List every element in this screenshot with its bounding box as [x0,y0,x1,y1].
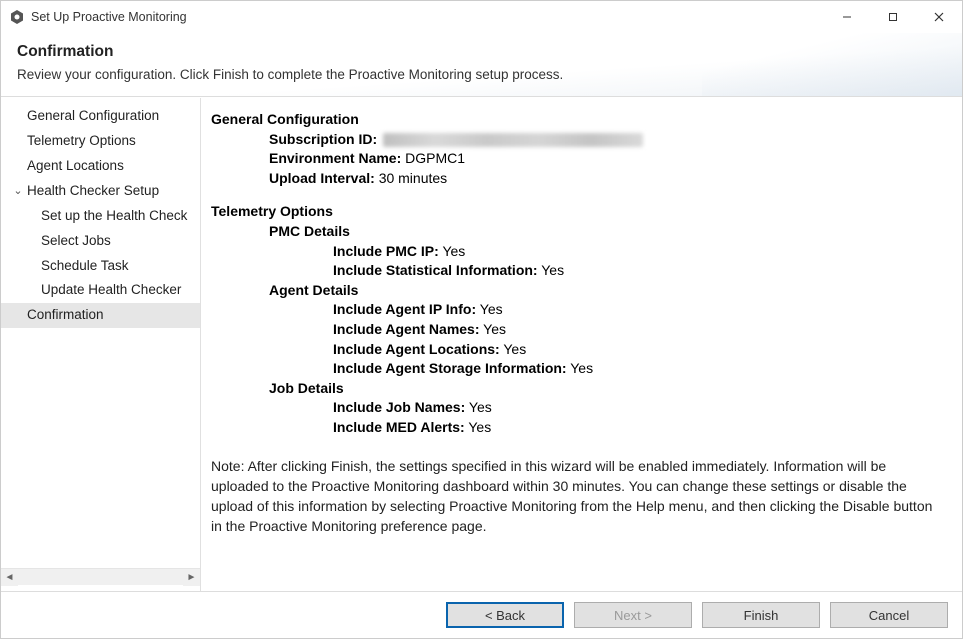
scroll-left-icon[interactable]: ◄ [1,569,18,586]
value-subscription-id-redacted [383,133,643,147]
label-upload-interval: Upload Interval: [269,170,375,186]
label-include-med-alerts: Include MED Alerts: [333,419,465,435]
cancel-button[interactable]: Cancel [830,602,948,628]
page-subtitle: Review your configuration. Click Finish … [17,67,946,82]
wizard-footer: < Back Next > Finish Cancel [1,591,962,638]
value-include-agent-locations: Yes [503,341,526,357]
finish-note: Note: After clicking Finish, the setting… [211,456,941,537]
label-subscription-id: Subscription ID: [269,131,377,147]
row-include-agent-storage-info: Include Agent Storage Information: Yes [333,359,946,379]
wizard-nav: General Configuration Telemetry Options … [1,98,201,591]
nav-item-general-configuration[interactable]: General Configuration [1,104,200,129]
maximize-button[interactable] [870,1,916,33]
label-include-agent-locations: Include Agent Locations: [333,341,500,357]
label-include-agent-ip-info: Include Agent IP Info: [333,301,476,317]
row-include-job-names: Include Job Names: Yes [333,398,946,418]
section-general-configuration: General Configuration [211,110,946,130]
row-subscription-id: Subscription ID: [269,130,946,150]
window-title: Set Up Proactive Monitoring [31,10,187,24]
label-include-statistical-info: Include Statistical Information: [333,262,538,278]
subsection-pmc-details: PMC Details [269,223,350,239]
row-upload-interval: Upload Interval: 30 minutes [269,169,946,189]
subsection-agent-details: Agent Details [269,282,358,298]
row-include-statistical-info: Include Statistical Information: Yes [333,261,946,281]
confirmation-panel: General Configuration Subscription ID: E… [201,98,962,591]
value-include-agent-names: Yes [483,321,506,337]
label-environment-name: Environment Name: [269,150,401,166]
value-include-statistical-info: Yes [541,262,564,278]
value-upload-interval: 30 minutes [379,170,447,186]
nav-item-agent-locations[interactable]: Agent Locations [1,154,200,179]
titlebar: Set Up Proactive Monitoring [1,1,962,33]
next-button: Next > [574,602,692,628]
page-title: Confirmation [17,43,946,61]
back-button[interactable]: < Back [446,602,564,628]
row-include-pmc-ip: Include PMC IP: Yes [333,242,946,262]
wizard-body: General Configuration Telemetry Options … [1,97,962,591]
minimize-button[interactable] [824,1,870,33]
label-include-pmc-ip: Include PMC IP: [333,243,439,259]
app-icon [9,9,25,25]
row-environment-name: Environment Name: DGPMC1 [269,149,946,169]
nav-item-select-jobs[interactable]: Select Jobs [1,229,200,254]
row-include-agent-locations: Include Agent Locations: Yes [333,340,946,360]
label-include-agent-storage-info: Include Agent Storage Information: [333,360,567,376]
subsection-job-details: Job Details [269,380,344,396]
nav-horizontal-scrollbar[interactable]: ◄ ► [1,568,200,585]
row-include-agent-names: Include Agent Names: Yes [333,320,946,340]
label-include-job-names: Include Job Names: [333,399,465,415]
value-include-job-names: Yes [469,399,492,415]
row-include-agent-ip-info: Include Agent IP Info: Yes [333,300,946,320]
close-button[interactable] [916,1,962,33]
nav-item-telemetry-options[interactable]: Telemetry Options [1,129,200,154]
nav-item-set-up-health-check[interactable]: Set up the Health Check [1,204,200,229]
nav-item-health-checker-setup[interactable]: ⌄ Health Checker Setup [1,179,200,204]
label-include-agent-names: Include Agent Names: [333,321,480,337]
value-include-med-alerts: Yes [468,419,491,435]
value-environment-name: DGPMC1 [405,150,465,166]
value-include-pmc-ip: Yes [442,243,465,259]
value-include-agent-storage-info: Yes [570,360,593,376]
finish-button[interactable]: Finish [702,602,820,628]
wizard-header: Confirmation Review your configuration. … [1,33,962,97]
row-include-med-alerts: Include MED Alerts: Yes [333,418,946,438]
nav-item-update-health-checker[interactable]: Update Health Checker [1,278,200,303]
section-telemetry-options: Telemetry Options [211,202,946,222]
nav-item-label: Health Checker Setup [27,181,159,202]
scroll-right-icon[interactable]: ► [183,569,200,586]
nav-item-schedule-task[interactable]: Schedule Task [1,254,200,279]
nav-item-confirmation[interactable]: Confirmation [1,303,200,328]
value-include-agent-ip-info: Yes [480,301,503,317]
chevron-down-icon: ⌄ [11,183,25,200]
